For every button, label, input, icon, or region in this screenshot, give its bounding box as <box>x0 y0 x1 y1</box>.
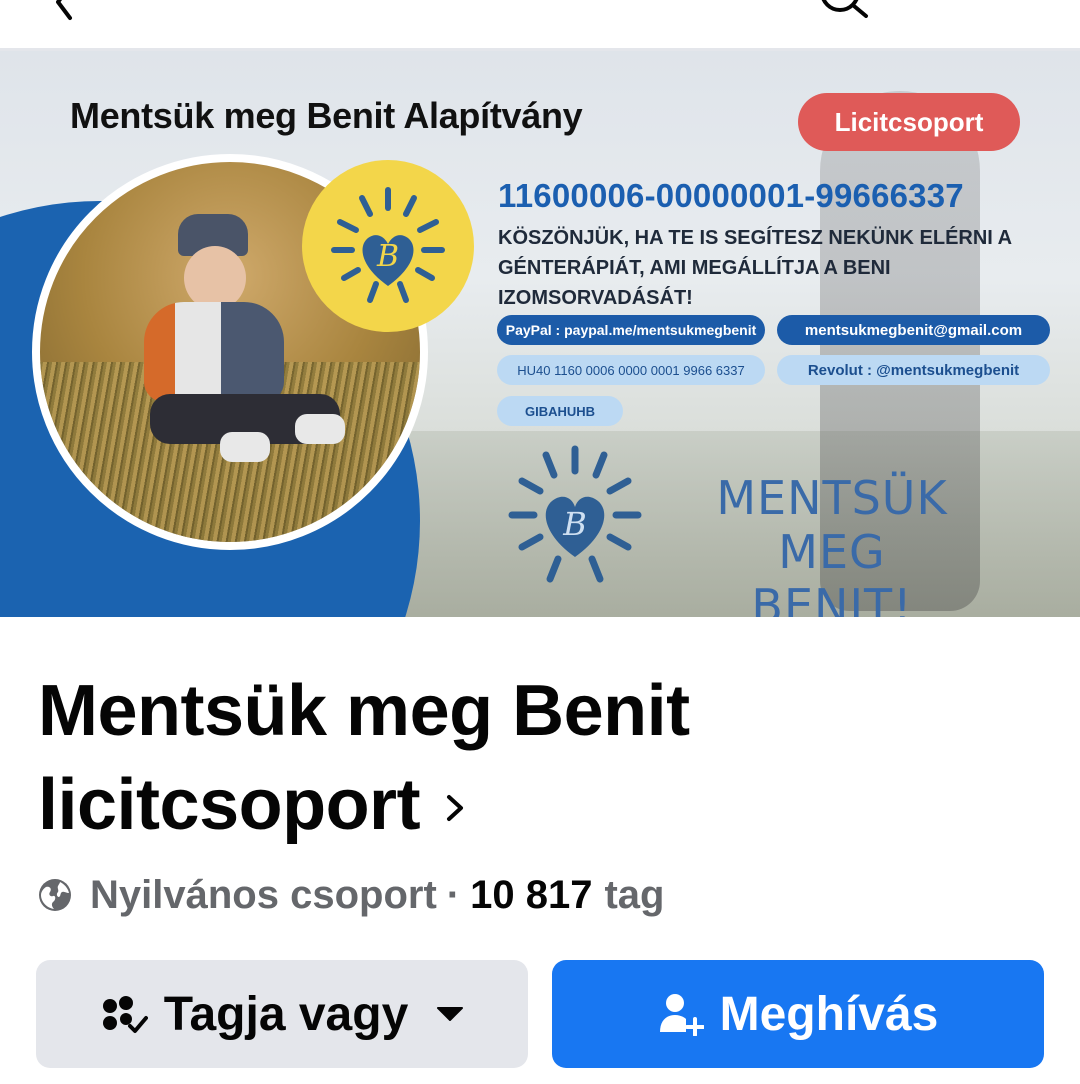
members-check-icon <box>102 996 148 1033</box>
group-meta-row: Nyilvános csoport · 10 817 tag <box>38 868 664 922</box>
licitcsoport-badge: Licitcsoport <box>798 93 1020 151</box>
member-label[interactable]: tag <box>604 873 664 918</box>
svg-text:B: B <box>376 239 399 274</box>
joined-dropdown-button[interactable]: Tagja vagy <box>36 960 528 1068</box>
group-title-text[interactable]: Mentsük meg Benit licitcsoport <box>38 671 690 845</box>
swift-pill: GIBAHUHB <box>497 396 623 426</box>
joined-button-label[interactable]: Tagja vagy <box>164 987 409 1042</box>
group-cover-photo[interactable]: B Mentsük meg Benit Alapítvány Licitcsop… <box>0 51 1080 617</box>
svg-text:B: B <box>562 505 587 543</box>
globe-icon <box>39 879 71 911</box>
chevron-right-icon[interactable] <box>444 793 466 823</box>
group-title[interactable]: Mentsük meg Benit licitcsoport <box>38 664 1038 852</box>
top-app-bar <box>0 0 1080 48</box>
invite-button-label[interactable]: Meghívás <box>720 987 939 1042</box>
caret-down-icon[interactable] <box>436 1006 464 1022</box>
meta-separator: · <box>446 872 461 917</box>
foundation-name: Mentsük meg Benit Alapítvány <box>70 95 583 136</box>
email-pill: mentsukmegbenit@gmail.com <box>777 315 1050 345</box>
iban-pill: HU40 1160 0006 0000 0001 9966 6337 <box>497 355 765 385</box>
revolut-pill: Revolut : @mentsukmegbenit <box>777 355 1050 385</box>
foundation-logo: B <box>302 160 474 332</box>
slogan-line-1: MENTSÜK MEG <box>716 471 948 579</box>
slogan: MENTSÜK MEG BENIT! <box>662 471 1002 617</box>
person-add-icon <box>659 994 704 1036</box>
paypal-pill: PayPal : paypal.me/mentsukmegbenit <box>497 315 765 345</box>
search-icon[interactable] <box>814 0 874 18</box>
bank-account-number: 11600006-00000001-99666337 <box>498 177 964 214</box>
slogan-line-2: BENIT! <box>751 579 913 617</box>
privacy-label: Nyilvános csoport <box>90 872 437 917</box>
donation-message: KÖSZÖNJÜK, HA TE IS SEGÍTESZ NEKÜNK ELÉR… <box>498 227 1012 309</box>
heart-sun-icon: B <box>331 187 445 303</box>
back-arrow-icon[interactable] <box>44 0 84 22</box>
member-count[interactable]: 10 817 <box>470 873 592 918</box>
heart-sun-logo-icon: B <box>508 445 642 583</box>
invite-button[interactable]: Meghívás <box>552 960 1044 1068</box>
